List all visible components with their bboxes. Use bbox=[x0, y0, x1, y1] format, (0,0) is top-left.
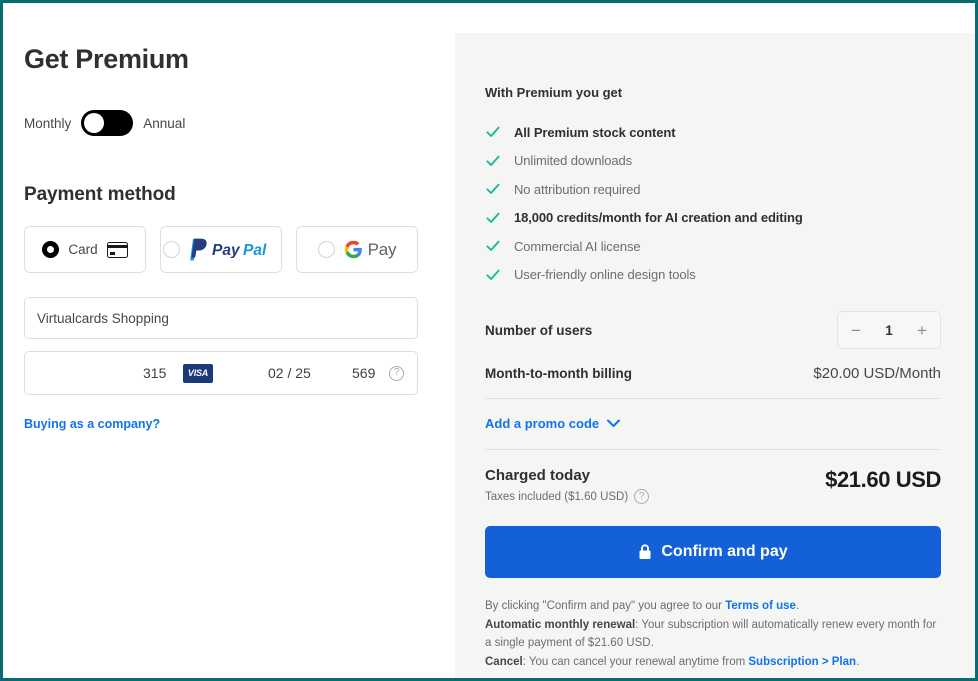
card-cvc-value: 569 bbox=[352, 365, 376, 382]
payment-option-card[interactable]: Card bbox=[24, 226, 146, 274]
billing-period-toggle-row: Monthly Annual bbox=[24, 110, 455, 137]
billing-toggle-monthly-label: Monthly bbox=[24, 115, 72, 131]
cardholder-name-input[interactable]: Virtualcards Shopping bbox=[24, 297, 418, 340]
payment-method-title: Payment method bbox=[24, 184, 176, 206]
check-icon bbox=[486, 269, 500, 280]
charged-today-row: Charged today Taxes included ($1.60 USD)… bbox=[485, 467, 941, 504]
legal-cancel-heading: Cancel bbox=[485, 655, 523, 668]
list-item: All Premium stock content bbox=[485, 118, 941, 147]
legal-cancel-pre: : You can cancel your renewal anytime fr… bbox=[522, 655, 749, 668]
divider bbox=[485, 398, 941, 399]
cardholder-name-value: Virtualcards Shopping bbox=[37, 310, 169, 326]
add-promo-code-toggle[interactable]: Add a promo code bbox=[485, 416, 621, 431]
number-of-users-label: Number of users bbox=[485, 322, 593, 338]
lock-icon bbox=[639, 544, 651, 559]
confirm-and-pay-button[interactable]: Confirm and pay bbox=[485, 526, 941, 578]
paypal-logo-icon: Pay Pal bbox=[189, 238, 280, 261]
number-of-users-row: Number of users − 1 + bbox=[485, 311, 941, 349]
benefit-label: 18,000 credits/month for AI creation and… bbox=[514, 210, 803, 226]
benefit-label: User-friendly online design tools bbox=[514, 267, 696, 283]
payment-option-card-label: Card bbox=[68, 242, 98, 258]
billing-period-switch[interactable] bbox=[81, 110, 134, 137]
legal-text: By clicking "Confirm and pay" you agree … bbox=[485, 597, 941, 672]
check-icon bbox=[486, 212, 500, 223]
visa-brand-icon: VISA bbox=[183, 363, 213, 383]
benefits-list: All Premium stock content Unlimited down… bbox=[485, 118, 941, 289]
taxes-help-icon[interactable]: ? bbox=[634, 489, 650, 504]
list-item: 18,000 credits/month for AI creation and… bbox=[485, 204, 941, 233]
legal-cancel-post: . bbox=[856, 655, 860, 668]
legal-line-terms: By clicking "Confirm and pay" you agree … bbox=[485, 597, 941, 616]
card-expiry-value: 02 / 25 bbox=[268, 365, 311, 382]
checkout-window: Get Premium Monthly Annual Payment metho… bbox=[0, 0, 978, 681]
svg-text:Pay: Pay bbox=[212, 242, 241, 258]
terms-of-use-link[interactable]: Terms of use bbox=[725, 600, 796, 612]
benefit-label: No attribution required bbox=[514, 181, 641, 197]
billing-price-value: $20.00 USD/Month bbox=[813, 365, 941, 382]
google-pay-label: Pay bbox=[367, 239, 397, 259]
legal-renewal-heading: Automatic monthly renewal bbox=[485, 618, 636, 631]
visa-brand-label: VISA bbox=[187, 368, 209, 379]
benefit-label: Unlimited downloads bbox=[514, 153, 633, 169]
list-item: User-friendly online design tools bbox=[485, 261, 941, 290]
divider bbox=[485, 449, 941, 450]
billing-period-row: Month-to-month billing $20.00 USD/Month bbox=[485, 365, 941, 382]
billing-period-label: Month-to-month billing bbox=[485, 366, 632, 381]
check-icon bbox=[486, 240, 500, 252]
charged-today-block: Charged today Taxes included ($1.60 USD)… bbox=[485, 467, 650, 504]
legal-terms-post: . bbox=[795, 600, 800, 612]
add-promo-code-label: Add a promo code bbox=[485, 416, 600, 431]
list-item: Unlimited downloads bbox=[485, 147, 941, 176]
billing-toggle-annual-label: Annual bbox=[143, 115, 186, 131]
svg-text:Pal: Pal bbox=[243, 242, 267, 258]
toggle-knob bbox=[84, 113, 105, 134]
card-cvc-help-icon[interactable]: ? bbox=[389, 365, 404, 381]
list-item: No attribution required bbox=[485, 175, 941, 204]
page-title: Get Premium bbox=[24, 44, 189, 74]
legal-terms-pre: By clicking "Confirm and pay" you agree … bbox=[485, 600, 726, 612]
increment-users-button[interactable]: + bbox=[917, 322, 927, 339]
chevron-down-icon bbox=[607, 419, 621, 427]
radio-paypal-icon[interactable] bbox=[162, 241, 180, 259]
confirm-and-pay-label: Confirm and pay bbox=[661, 543, 788, 560]
checkout-form-pane: Get Premium Monthly Annual Payment metho… bbox=[3, 3, 455, 678]
decrement-users-button[interactable]: − bbox=[851, 322, 861, 339]
credit-card-icon bbox=[106, 241, 128, 258]
buying-as-company-link[interactable]: Buying as a company? bbox=[24, 417, 160, 431]
payment-option-paypal[interactable]: Pay Pal bbox=[160, 226, 282, 274]
legal-line-cancel: Cancel: You can cancel your renewal anyt… bbox=[485, 653, 941, 672]
summary-heading: With Premium you get bbox=[485, 85, 623, 100]
radio-card-icon[interactable] bbox=[42, 241, 60, 259]
card-number-value: 315 bbox=[143, 365, 167, 382]
charged-today-total: $21.60 USD bbox=[825, 467, 941, 492]
legal-line-renewal: Automatic monthly renewal: Your subscrip… bbox=[485, 616, 941, 653]
subscription-plan-link[interactable]: Subscription > Plan bbox=[748, 656, 856, 668]
payment-method-options: Card Pay Pal Pay bbox=[24, 226, 455, 274]
radio-google-pay-icon[interactable] bbox=[317, 241, 335, 259]
quantity-stepper: − 1 + bbox=[837, 311, 941, 349]
order-summary-pane: With Premium you get All Premium stock c… bbox=[455, 33, 975, 678]
check-icon bbox=[486, 183, 500, 195]
check-icon bbox=[486, 126, 500, 138]
check-icon bbox=[486, 155, 500, 166]
charged-taxes-row: Taxes included ($1.60 USD) ? bbox=[485, 489, 650, 504]
payment-option-google-pay[interactable]: Pay bbox=[296, 226, 418, 274]
charged-taxes-label: Taxes included ($1.60 USD) bbox=[485, 490, 629, 503]
benefit-label: All Premium stock content bbox=[514, 124, 676, 140]
users-count-value: 1 bbox=[885, 322, 893, 338]
google-logo-icon bbox=[344, 241, 362, 259]
benefit-label: Commercial AI license bbox=[514, 238, 641, 254]
google-pay-mark: Pay bbox=[344, 240, 397, 260]
card-details-input[interactable]: 315 VISA 02 / 25 569 ? bbox=[24, 351, 418, 396]
list-item: Commercial AI license bbox=[485, 232, 941, 261]
charged-today-label: Charged today bbox=[485, 467, 591, 484]
